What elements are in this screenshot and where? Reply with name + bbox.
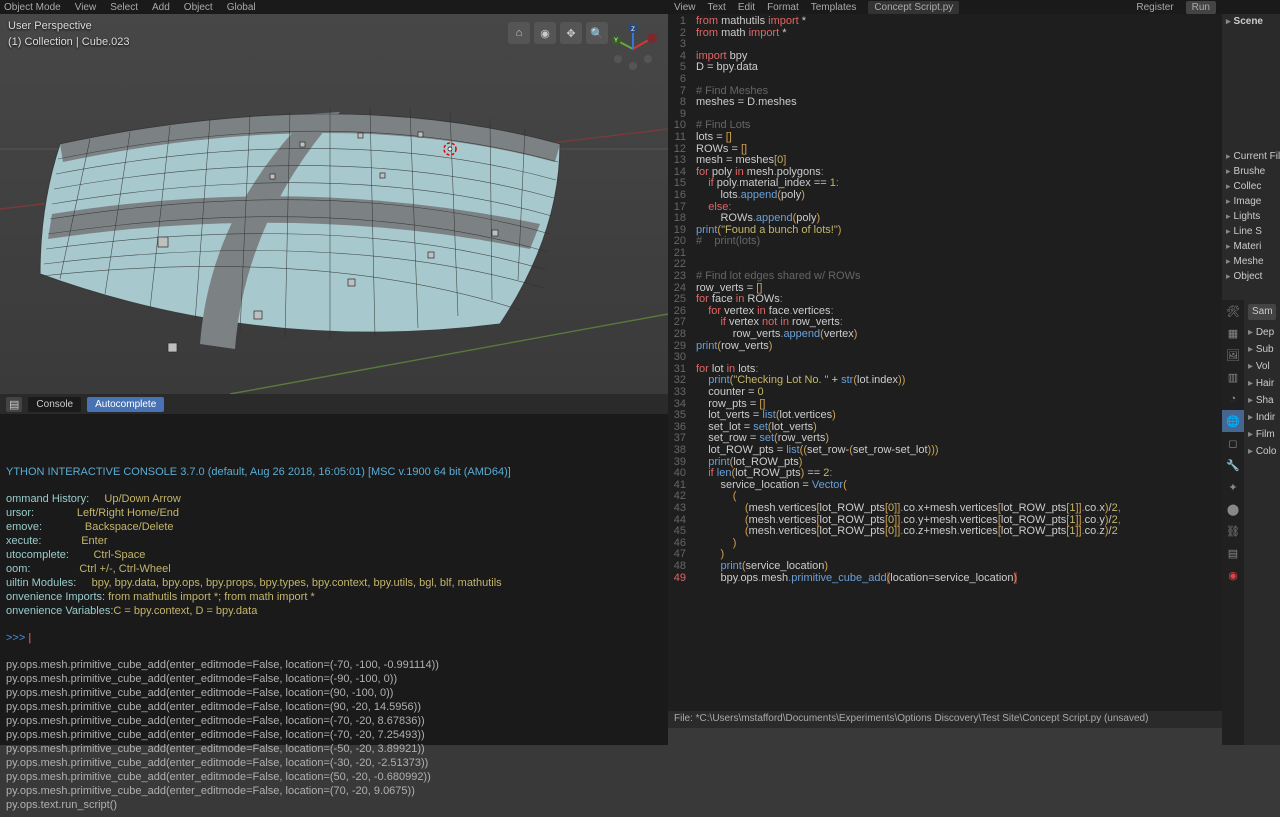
mode-selector[interactable]: Object Mode <box>4 2 61 13</box>
props-section[interactable]: Dep <box>1244 324 1280 341</box>
nav-gizmo[interactable]: Z Y <box>608 24 658 74</box>
outliner-item[interactable]: Lights <box>1222 209 1280 224</box>
text-editor-footer: File: *C:\Users\mstafford\Documents\Expe… <box>668 711 1222 728</box>
outliner-item[interactable]: Brushe <box>1222 164 1280 179</box>
tab-world-icon[interactable]: 🌐 <box>1222 410 1244 432</box>
script-name[interactable]: Concept Script.py <box>868 1 959 14</box>
tab-constraint-icon[interactable]: ⛓ <box>1222 520 1244 542</box>
mesh-render <box>0 14 668 394</box>
svg-text:Z: Z <box>631 27 635 33</box>
tab-render-icon[interactable]: ▦ <box>1222 322 1244 344</box>
outliner-panel[interactable]: Scene Current Fil BrusheCollecImageLight… <box>1222 0 1280 300</box>
outliner-item[interactable]: Line S <box>1222 224 1280 239</box>
outliner-current-file[interactable]: Current Fil <box>1222 149 1280 164</box>
pan-icon[interactable]: ✥ <box>560 22 582 44</box>
te-menu-format[interactable]: Format <box>767 2 799 13</box>
3d-viewport[interactable]: User Perspective (1) Collection | Cube.0… <box>0 14 668 394</box>
tab-output-icon[interactable]: 🖼 <box>1222 344 1244 366</box>
outliner-scene[interactable]: Scene <box>1222 14 1280 29</box>
outliner-item[interactable]: Materi <box>1222 239 1280 254</box>
line-gutter: 1234567891011121314151617181920212223242… <box>668 14 690 711</box>
menu-add[interactable]: Add <box>152 2 170 13</box>
te-menu-templates[interactable]: Templates <box>811 2 857 13</box>
menu-object[interactable]: Object <box>184 2 213 13</box>
props-section[interactable]: Sub <box>1244 341 1280 358</box>
text-editor-header: View Text Edit Format Templates Concept … <box>668 0 1222 14</box>
props-section[interactable]: Vol <box>1244 358 1280 375</box>
outliner-item[interactable]: Image <box>1222 194 1280 209</box>
outliner-item[interactable]: Collec <box>1222 179 1280 194</box>
tab-data-icon[interactable]: ▤ <box>1222 542 1244 564</box>
menu-select[interactable]: Select <box>110 2 138 13</box>
tab-autocomplete[interactable]: Autocomplete <box>87 397 164 412</box>
props-section[interactable]: Film <box>1244 426 1280 443</box>
properties-panel[interactable]: 🛠 ▦ 🖼 ▥ ◔ 🌐 ◻ 🔧 ✦ ⬤ ⛓ ▤ ◉ Sam DepSubVolH… <box>1222 300 1280 745</box>
console-header: ▤ Console Autocomplete <box>0 394 668 414</box>
sampling-input[interactable]: Sam <box>1248 304 1276 320</box>
viewport-label-1: User Perspective <box>8 20 92 32</box>
menu-view[interactable]: View <box>75 2 97 13</box>
tab-particle-icon[interactable]: ✦ <box>1222 476 1244 498</box>
register-toggle[interactable]: Register <box>1136 2 1173 13</box>
python-console[interactable]: ▤ Console Autocomplete YTHON INTERACTIVE… <box>0 394 668 745</box>
zoom-icon[interactable]: 🔍 <box>586 22 608 44</box>
outliner-item[interactable]: Object <box>1222 269 1280 284</box>
console-body[interactable]: YTHON INTERACTIVE CONSOLE 3.7.0 (default… <box>0 414 668 817</box>
tab-object-icon[interactable]: ◻ <box>1222 432 1244 454</box>
props-tabs: 🛠 ▦ 🖼 ▥ ◔ 🌐 ◻ 🔧 ✦ ⬤ ⛓ ▤ ◉ <box>1222 300 1244 745</box>
text-editor: View Text Edit Format Templates Concept … <box>668 0 1222 728</box>
outliner-item[interactable]: Meshe <box>1222 254 1280 269</box>
te-menu-edit[interactable]: Edit <box>738 2 755 13</box>
tab-view-icon[interactable]: ▥ <box>1222 366 1244 388</box>
tab-physics-icon[interactable]: ⬤ <box>1222 498 1244 520</box>
props-section[interactable]: Colo <box>1244 443 1280 460</box>
props-section[interactable]: Indir <box>1244 409 1280 426</box>
viewport-label-2: (1) Collection | Cube.023 <box>8 36 129 48</box>
code-text[interactable]: from mathutils import *from math import … <box>690 14 1222 711</box>
svg-text:Y: Y <box>614 38 618 44</box>
tab-scene-icon[interactable]: ◔ <box>1222 388 1244 410</box>
orientation-global[interactable]: Global <box>227 2 256 13</box>
run-script-button[interactable]: Run <box>1186 1 1216 14</box>
tab-tool-icon[interactable]: 🛠 <box>1222 300 1244 322</box>
code-area[interactable]: 1234567891011121314151617181920212223242… <box>668 14 1222 711</box>
props-section[interactable]: Hair <box>1244 375 1280 392</box>
tab-material-icon[interactable]: ◉ <box>1222 564 1244 586</box>
tab-console[interactable]: Console <box>28 397 81 412</box>
console-icon[interactable]: ▤ <box>6 397 22 412</box>
camera-view-icon[interactable]: ⌂ <box>508 22 530 44</box>
te-menu-text[interactable]: Text <box>708 2 726 13</box>
tab-modifier-icon[interactable]: 🔧 <box>1222 454 1244 476</box>
props-section[interactable]: Sha <box>1244 392 1280 409</box>
te-menu-view[interactable]: View <box>674 2 696 13</box>
camera-icon[interactable]: ◉ <box>534 22 556 44</box>
